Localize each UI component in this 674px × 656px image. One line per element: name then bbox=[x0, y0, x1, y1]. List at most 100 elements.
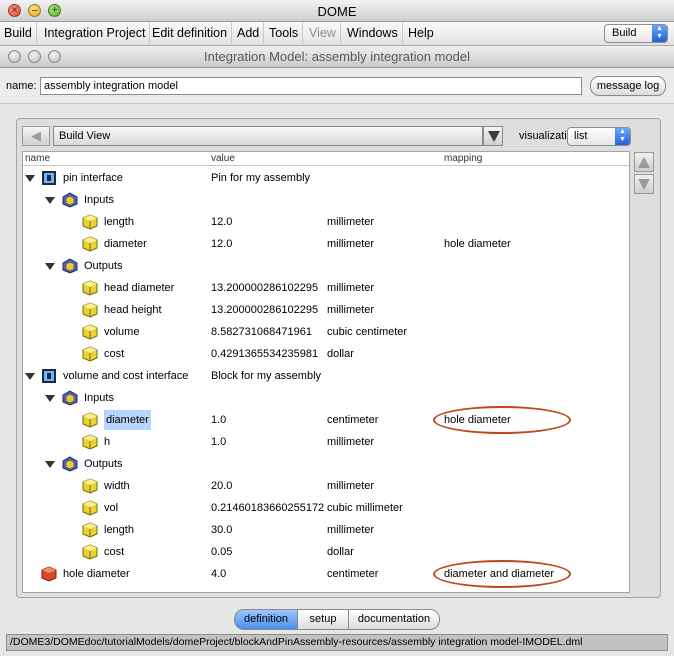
menu-tools[interactable]: Tools bbox=[265, 22, 304, 46]
tree-row[interactable]: length 30.0 millimeter bbox=[23, 519, 629, 541]
message-log-button[interactable]: message log bbox=[590, 76, 666, 96]
row-name[interactable]: cost bbox=[104, 541, 124, 563]
parameter-cube-icon bbox=[82, 346, 98, 362]
row-name[interactable]: cost bbox=[104, 343, 124, 365]
row-value: 0.05 bbox=[211, 546, 233, 558]
menu-add[interactable]: Add bbox=[233, 22, 265, 46]
row-name[interactable]: h bbox=[104, 431, 110, 453]
row-name[interactable]: head diameter bbox=[104, 277, 174, 299]
menu-view: View bbox=[305, 22, 341, 46]
row-name[interactable]: Inputs bbox=[84, 387, 114, 409]
row-name[interactable]: Outputs bbox=[84, 255, 123, 277]
model-tree[interactable]: name value mapping pin interface Pin for … bbox=[22, 151, 630, 593]
row-unit: millimeter bbox=[327, 436, 375, 448]
menu-edit-definition[interactable]: Edit definition bbox=[148, 22, 233, 46]
tree-row[interactable]: volume 8.582731068471961 cubic centimeter bbox=[23, 321, 629, 343]
menu-build[interactable]: Build bbox=[0, 22, 37, 46]
menu-windows[interactable]: Windows bbox=[343, 22, 403, 46]
tab-setup[interactable]: setup bbox=[297, 609, 349, 630]
model-window-title: Integration Model: assembly integration … bbox=[204, 49, 470, 64]
expand-triangle-icon[interactable] bbox=[45, 461, 55, 468]
tree-row[interactable]: diameter 1.0 centimeter hole diameter bbox=[23, 409, 629, 431]
back-button[interactable]: ◀ bbox=[22, 126, 50, 146]
tree-row[interactable]: volume and cost interface Block for my as… bbox=[23, 365, 629, 387]
row-mapping: hole diameter bbox=[444, 238, 511, 250]
tree-row[interactable]: Inputs bbox=[23, 189, 629, 211]
interface-icon bbox=[41, 368, 57, 384]
menu-help[interactable]: Help bbox=[404, 22, 438, 46]
row-value: 13.200000286102295 bbox=[211, 304, 319, 316]
row-value: 12.0 bbox=[211, 216, 233, 228]
row-name[interactable]: pin interface bbox=[63, 167, 123, 189]
row-unit: millimeter bbox=[327, 282, 375, 294]
view-combo[interactable]: Build View bbox=[53, 126, 483, 146]
expand-triangle-icon[interactable] bbox=[45, 197, 55, 204]
expand-triangle-icon[interactable] bbox=[45, 395, 55, 402]
view-dropdown-button[interactable] bbox=[483, 126, 503, 146]
parameter-group-icon bbox=[62, 258, 78, 274]
updown-arrows-icon: ▲ ▼ bbox=[615, 128, 630, 145]
move-down-button[interactable] bbox=[634, 174, 654, 194]
row-name[interactable]: Inputs bbox=[84, 189, 114, 211]
tree-row[interactable]: cost 0.4291365534235981 dollar bbox=[23, 343, 629, 365]
row-value: 20.0 bbox=[211, 480, 233, 492]
row-name[interactable]: length bbox=[104, 211, 134, 233]
row-value: 0.4291365534235981 bbox=[211, 348, 319, 360]
row-name[interactable]: volume bbox=[104, 321, 139, 343]
name-input[interactable] bbox=[40, 77, 582, 95]
column-name[interactable]: name bbox=[25, 152, 50, 165]
tree-row[interactable]: pin interface Pin for my assembly bbox=[23, 167, 629, 189]
tree-row[interactable]: Outputs bbox=[23, 453, 629, 475]
row-unit: dollar bbox=[327, 546, 354, 558]
tree-row[interactable]: diameter 12.0 millimeter hole diameter bbox=[23, 233, 629, 255]
row-name[interactable]: head height bbox=[104, 299, 162, 321]
column-mapping[interactable]: mapping bbox=[444, 152, 482, 165]
tree-row[interactable]: vol 0.21460183660255172 cubic millimeter bbox=[23, 497, 629, 519]
column-value[interactable]: value bbox=[211, 152, 235, 165]
row-name[interactable]: hole diameter bbox=[63, 563, 130, 585]
tab-documentation[interactable]: documentation bbox=[348, 609, 440, 630]
tree-row[interactable]: cost 0.05 dollar bbox=[23, 541, 629, 563]
tree-row[interactable]: Outputs bbox=[23, 255, 629, 277]
updown-arrows-icon: ▲ ▼ bbox=[652, 25, 667, 42]
row-value: 0.21460183660255172 bbox=[211, 502, 325, 514]
row-value: 8.582731068471961 bbox=[211, 326, 312, 338]
menubar: Build Integration Project Edit definitio… bbox=[0, 22, 674, 46]
view-toolbar: ◀ Build View visualization list ▲ ▼ bbox=[22, 124, 634, 148]
tree-row[interactable]: hole diameter 4.0 centimeter diameter and d… bbox=[23, 563, 629, 585]
expand-triangle-icon[interactable] bbox=[25, 373, 35, 380]
tree-row[interactable]: h 1.0 millimeter bbox=[23, 431, 629, 453]
tree-row[interactable]: width 20.0 millimeter bbox=[23, 475, 629, 497]
row-name[interactable]: width bbox=[104, 475, 130, 497]
tree-row[interactable]: Inputs bbox=[23, 387, 629, 409]
parameter-cube-icon bbox=[82, 412, 98, 428]
model-window-titlebar: Integration Model: assembly integration … bbox=[0, 46, 674, 68]
row-unit: dollar bbox=[327, 348, 354, 360]
row-unit: centimeter bbox=[327, 414, 379, 426]
row-name[interactable]: Outputs bbox=[84, 453, 123, 475]
row-unit: centimeter bbox=[327, 568, 379, 580]
row-name[interactable]: diameter bbox=[104, 410, 151, 430]
move-up-button[interactable] bbox=[634, 152, 654, 172]
parameter-cube-icon bbox=[82, 434, 98, 450]
status-path: /DOME3/DOMEdoc/tutorialModels/domeProjec… bbox=[6, 634, 668, 651]
app-title: DOME bbox=[317, 4, 357, 19]
mode-select[interactable]: Build ▲ ▼ bbox=[604, 24, 668, 43]
row-name[interactable]: volume and cost interface bbox=[63, 365, 188, 387]
parameter-group-icon bbox=[62, 192, 78, 208]
row-name[interactable]: diameter bbox=[104, 233, 147, 255]
tree-row[interactable]: head diameter 13.200000286102295 millimete… bbox=[23, 277, 629, 299]
row-unit: millimeter bbox=[327, 216, 375, 228]
menu-integration-project[interactable]: Integration Project bbox=[40, 22, 151, 46]
visualization-select[interactable]: list ▲ ▼ bbox=[567, 127, 631, 146]
expand-triangle-icon[interactable] bbox=[45, 263, 55, 270]
row-name[interactable]: length bbox=[104, 519, 134, 541]
tab-definition[interactable]: definition bbox=[234, 609, 298, 630]
tree-row[interactable]: length 12.0 millimeter bbox=[23, 211, 629, 233]
row-unit: cubic millimeter bbox=[327, 502, 403, 514]
row-value: Block for my assembly bbox=[211, 370, 322, 382]
row-name[interactable]: vol bbox=[104, 497, 118, 519]
name-label: name: bbox=[6, 80, 37, 92]
tree-row[interactable]: head height 13.200000286102295 millimeter bbox=[23, 299, 629, 321]
expand-triangle-icon[interactable] bbox=[25, 175, 35, 182]
